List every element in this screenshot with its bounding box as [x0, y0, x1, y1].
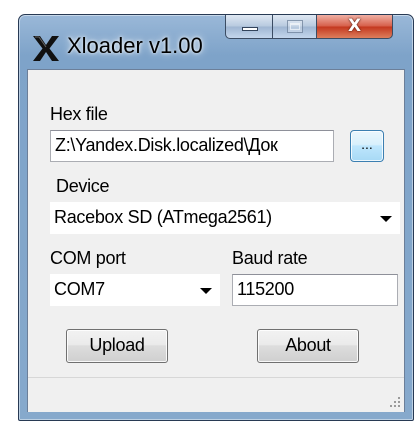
minimize-button[interactable] — [225, 15, 273, 39]
close-icon: X — [347, 16, 362, 36]
upload-button[interactable]: Upload — [66, 329, 168, 363]
com-port-select[interactable]: COM7 — [50, 274, 220, 306]
app-window: Xloader v1.00 X Hex file Z:\Yandex.Disk.… — [18, 14, 414, 421]
hex-file-label: Hex file — [50, 104, 108, 124]
client-area: Hex file Z:\Yandex.Disk.localized\Док ..… — [27, 69, 405, 412]
maximize-button — [273, 15, 317, 39]
resize-grip-icon[interactable] — [389, 397, 401, 409]
window-title: Xloader v1.00 — [67, 33, 203, 58]
com-port-label: COM port — [50, 248, 126, 268]
baud-rate-input[interactable]: 115200 — [232, 274, 398, 306]
close-button[interactable]: X — [317, 15, 393, 39]
device-select[interactable]: Racebox SD (ATmega2561) — [50, 202, 400, 234]
about-button[interactable]: About — [257, 329, 359, 363]
chevron-down-icon — [380, 216, 392, 222]
title-bar[interactable]: Xloader v1.00 X — [19, 15, 413, 69]
status-bar — [28, 377, 404, 412]
minimize-icon — [242, 27, 258, 31]
xloader-x-icon — [33, 36, 59, 61]
device-label: Device — [56, 176, 110, 196]
baud-rate-label: Baud rate — [232, 248, 308, 268]
chevron-down-icon — [200, 288, 212, 294]
hex-file-input[interactable]: Z:\Yandex.Disk.localized\Док — [50, 130, 334, 162]
com-port-selected-value: COM7 — [54, 279, 105, 299]
caption-buttons: X — [225, 15, 411, 41]
maximize-icon — [287, 20, 303, 33]
browse-button[interactable]: ... — [350, 130, 384, 162]
device-selected-value: Racebox SD (ATmega2561) — [54, 207, 272, 227]
